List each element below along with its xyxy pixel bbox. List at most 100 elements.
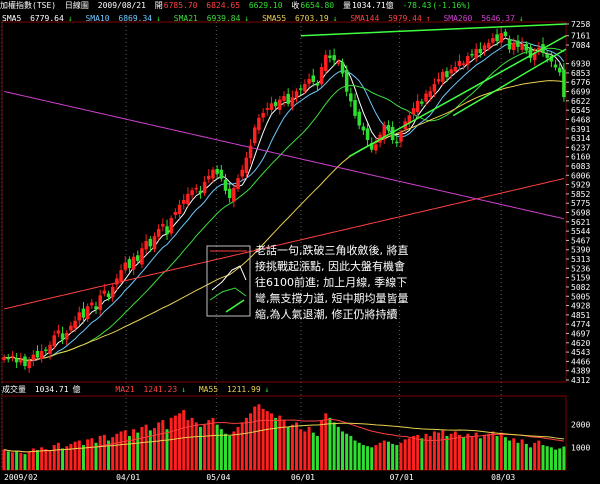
candle-body bbox=[328, 55, 332, 58]
inset-price-line bbox=[211, 265, 247, 291]
volume-bar bbox=[286, 426, 290, 470]
volume-bar bbox=[382, 440, 386, 470]
candle-body bbox=[244, 157, 249, 174]
candle-body bbox=[227, 188, 232, 199]
trendline bbox=[452, 48, 567, 117]
candle-body bbox=[136, 255, 140, 261]
volume-bar bbox=[10, 452, 14, 470]
candle-body bbox=[411, 108, 416, 115]
sma260-line bbox=[3, 90, 565, 220]
price-tick-label: 5852 bbox=[571, 190, 590, 199]
volume-bar bbox=[269, 413, 273, 470]
candle-body bbox=[399, 132, 403, 142]
volume-bar bbox=[516, 442, 520, 470]
price-tick-label: 7084 bbox=[571, 41, 590, 50]
volume-bar bbox=[236, 426, 240, 470]
price-tick-label: 7258 bbox=[571, 20, 590, 29]
candle-body bbox=[35, 350, 40, 358]
candle-body bbox=[290, 97, 295, 107]
price-tick-label: 5005 bbox=[571, 292, 590, 301]
volume-bar bbox=[453, 431, 457, 470]
price-tick-label: 6545 bbox=[571, 106, 590, 115]
candle-body bbox=[90, 302, 94, 306]
candle-body bbox=[332, 55, 336, 61]
volume-bar bbox=[474, 432, 478, 470]
candle-body bbox=[211, 169, 215, 179]
candle-body bbox=[123, 262, 127, 270]
volume-bar bbox=[211, 417, 215, 470]
candle-body bbox=[420, 101, 424, 104]
volume-bar bbox=[483, 434, 487, 470]
candle-body bbox=[257, 117, 261, 131]
volume-bar bbox=[2, 449, 6, 470]
candle-body bbox=[94, 306, 98, 310]
candle-body bbox=[69, 325, 73, 331]
volume-bar bbox=[478, 438, 482, 470]
volume-bar bbox=[558, 448, 562, 470]
candle-body bbox=[81, 308, 86, 318]
candle-body bbox=[273, 101, 278, 107]
candle-body bbox=[181, 199, 186, 204]
volume-bar bbox=[378, 442, 382, 470]
volume-bar bbox=[198, 426, 202, 470]
volume-bar bbox=[69, 443, 73, 470]
candle-body bbox=[353, 100, 357, 116]
candle-body bbox=[524, 44, 529, 51]
price-tick-label: 4774 bbox=[571, 320, 590, 329]
volume-bar bbox=[562, 446, 566, 470]
volume-bar bbox=[52, 445, 56, 470]
candle-body bbox=[298, 88, 303, 90]
price-tick-label: 5236 bbox=[571, 264, 590, 273]
candle-body bbox=[31, 354, 36, 361]
volume-bar bbox=[320, 420, 324, 470]
price-tick-label: 6083 bbox=[571, 162, 590, 171]
volume-bar bbox=[186, 420, 190, 470]
candle-body bbox=[562, 69, 566, 98]
volume-bar bbox=[48, 450, 52, 470]
candle-body bbox=[60, 333, 65, 340]
volume-bar bbox=[169, 417, 173, 470]
candle-body bbox=[127, 259, 132, 269]
candle-body bbox=[165, 226, 169, 235]
volume-bar bbox=[370, 447, 374, 470]
candle-body bbox=[294, 91, 299, 98]
candle-body bbox=[219, 169, 224, 179]
volume-bar bbox=[123, 430, 127, 470]
volume-bar bbox=[86, 439, 90, 470]
trendline bbox=[300, 23, 567, 37]
volume-bar bbox=[345, 433, 349, 470]
volume-bar bbox=[445, 436, 449, 470]
volume-bar bbox=[541, 445, 545, 470]
volume-bar bbox=[261, 408, 265, 470]
volume-bar bbox=[173, 415, 177, 470]
volume-bar bbox=[6, 451, 10, 470]
volume-bar bbox=[391, 443, 395, 470]
volume-bar bbox=[353, 440, 357, 470]
price-tick-label: 5621 bbox=[571, 218, 590, 227]
candle-body bbox=[357, 111, 361, 126]
volume-bar bbox=[232, 431, 236, 470]
volume-bar bbox=[512, 438, 516, 470]
volume-bar bbox=[299, 429, 303, 470]
volume-bar bbox=[537, 440, 541, 470]
volume-bar bbox=[357, 442, 361, 470]
volume-bar bbox=[90, 438, 94, 470]
candle-body bbox=[466, 56, 470, 65]
volume-bar bbox=[278, 415, 282, 470]
volume-bar bbox=[420, 438, 424, 470]
annotation-text: 老話一句,跌破三角收斂後, 將直接挑戰起漲點, 因此大盤有機會往6100前進; … bbox=[255, 244, 409, 321]
volume-bar bbox=[81, 445, 85, 470]
candle-body bbox=[27, 360, 31, 369]
volume-bar bbox=[61, 448, 65, 470]
candle-body bbox=[119, 270, 123, 282]
candle-body bbox=[499, 33, 503, 43]
volume-bar bbox=[98, 436, 102, 470]
volume-bar bbox=[470, 436, 474, 470]
volume-bar bbox=[161, 420, 165, 470]
volume-bar bbox=[549, 447, 553, 470]
candle-body bbox=[198, 190, 203, 194]
volume-tick-label: 2000 bbox=[571, 421, 590, 430]
volume-bar bbox=[157, 422, 161, 470]
volume-bar bbox=[140, 426, 144, 470]
price-tick-label: 4620 bbox=[571, 339, 590, 348]
